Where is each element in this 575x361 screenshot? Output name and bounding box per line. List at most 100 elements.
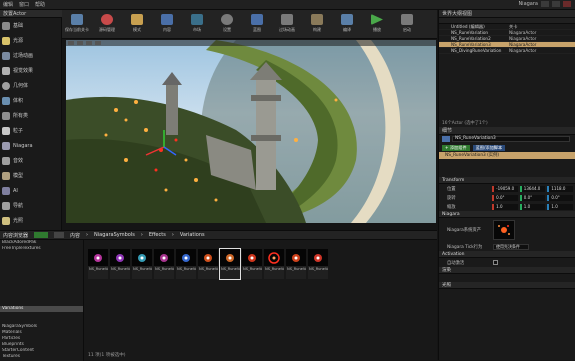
niagara-asset-thumbnail[interactable] [493, 220, 515, 240]
lighting-section-header[interactable]: 光照 [439, 282, 575, 289]
lighting-title: 光照 [442, 283, 451, 288]
cinematics-button[interactable]: 过场动画 [274, 14, 300, 33]
outliner-row-type: NiagaraActor [509, 48, 537, 53]
list-icon [2, 111, 10, 120]
settings-button[interactable]: 设置 [214, 14, 240, 33]
blueprint-script-button[interactable]: 蓝图/添加脚本 [472, 144, 506, 151]
breadcrumb-variations[interactable]: Variations [180, 232, 205, 238]
menu-item-window[interactable]: 窗口 [19, 1, 29, 8]
asset-tile[interactable]: NS_RuneVariation10 [286, 249, 306, 279]
place-category-visual-effects[interactable]: 视觉效果 [0, 63, 61, 78]
close-button[interactable] [563, 1, 571, 7]
asset-tile-selected[interactable]: NS_RuneVariation7 [219, 248, 241, 280]
outliner-row-type: NiagaraActor [509, 42, 537, 47]
asset-tile[interactable]: NS_RuneVariation2 [110, 249, 130, 279]
sparkle-icon [160, 254, 168, 262]
selected-component[interactable]: NS_RuneVariation3 (实例) [439, 152, 575, 159]
transform-section-header[interactable]: Transform [439, 177, 575, 184]
activation-section-header[interactable]: Activation [439, 251, 575, 258]
breadcrumb-niagarasymbols[interactable]: NiagaraSymbols [94, 232, 135, 238]
category-label: 几何体 [13, 83, 29, 89]
menu-item-help[interactable]: 帮助 [35, 1, 45, 8]
asset-tile[interactable]: NS_RuneVariation5 [176, 249, 196, 279]
place-category-niagara[interactable]: Niagara [0, 138, 61, 153]
show-button[interactable] [95, 41, 101, 45]
location-x-field[interactable]: -19059.0 [492, 185, 518, 192]
content-browser-tab[interactable]: 内容浏览器 [3, 232, 28, 239]
scale-z-field[interactable]: 1.0 [547, 203, 573, 210]
asset-tile[interactable]: NS_RuneVariation4 [154, 249, 174, 279]
rotation-y-field[interactable]: 0.0° [519, 194, 546, 201]
place-category-ai[interactable]: AI [0, 183, 61, 198]
blueprints-button[interactable]: 蓝图 [244, 14, 270, 33]
place-category-basic[interactable]: 基础 [0, 18, 61, 33]
toolbar-label: 内容 [163, 27, 171, 32]
scale-x-field[interactable]: 1.0 [492, 203, 518, 210]
source-control-button[interactable]: 源码管理 [94, 14, 120, 33]
location-y-field[interactable]: 13644.0 [519, 185, 546, 192]
content-browser: 内容浏览器 内容 › NiagaraSymbols › Effects › Va… [0, 230, 437, 361]
outliner-header[interactable]: 世界大纲视图 [439, 10, 575, 18]
add-new-button[interactable] [34, 232, 49, 238]
lit-button[interactable] [86, 41, 92, 45]
place-category-particles[interactable]: 粒子 [0, 123, 61, 138]
right-panel: 世界大纲视图 Untitled (编辑器) 关卡 NS_RuneVariation… [438, 10, 575, 360]
place-category-lights[interactable]: 光源 [0, 33, 61, 48]
asset-tile[interactable]: NS_RuneVariation [88, 249, 108, 279]
rotation-z-field[interactable]: 0.0° [547, 194, 573, 201]
cube-icon [2, 21, 10, 30]
category-label: 基础 [13, 23, 24, 29]
nav-icon [2, 201, 10, 210]
place-category-all-classes[interactable]: 所有类 [0, 108, 61, 123]
content-button[interactable]: 内容 [154, 14, 180, 33]
outliner-row-name: Untitled (编辑器) [451, 23, 485, 29]
folder-item[interactable]: Textures [0, 354, 83, 360]
details-header[interactable]: 细节 [439, 127, 575, 135]
place-category-audio[interactable]: 音效 [0, 153, 61, 168]
build-button[interactable]: 构建 [304, 14, 330, 33]
asset-tile[interactable]: NS_RuneVariation3 [132, 249, 152, 279]
actor-name-field[interactable]: NS_RuneVariation3 [452, 136, 570, 142]
import-button[interactable] [54, 232, 65, 238]
maximize-button[interactable] [552, 1, 560, 7]
compile-button[interactable]: 编译 [334, 14, 360, 33]
scale-y-field[interactable]: 1.0 [519, 203, 546, 210]
place-category-cinematic[interactable]: 过场动画 [0, 48, 61, 63]
place-category-geometry[interactable]: 几何体 [0, 78, 61, 93]
minimize-button[interactable] [541, 1, 549, 7]
play-icon [371, 14, 383, 25]
modes-button[interactable]: 模式 [124, 14, 150, 33]
asset-tile[interactable]: NS_RuneVariation8 [242, 249, 262, 279]
niagara-section-header[interactable]: Niagara [439, 211, 575, 218]
rendering-section-header[interactable]: 渲染 [439, 267, 575, 274]
viewport-menu-button[interactable] [68, 41, 74, 45]
location-z-field[interactable]: 1118.0 [547, 185, 573, 192]
play-button[interactable]: 播放 [364, 14, 390, 33]
place-category-volumes[interactable]: 体积 [0, 93, 61, 108]
launch-button[interactable]: 启动 [394, 14, 420, 33]
niagara-tick-dropdown[interactable]: 使用先决条件 [493, 243, 529, 250]
place-category-mesh[interactable]: 模型 [0, 168, 61, 183]
toolbar-label: 启动 [403, 27, 411, 32]
breadcrumb-content[interactable]: 内容 [70, 232, 80, 239]
asset-thumbnail [132, 249, 152, 266]
asset-tile[interactable]: NS_RuneVariation11 [308, 249, 328, 279]
perspective-button[interactable] [77, 41, 83, 45]
asset-tile[interactable]: NS_RuneVariation6 [198, 249, 218, 279]
sparkle-icon [292, 254, 300, 262]
place-category-lighting[interactable]: 光照 [0, 213, 61, 228]
auto-activate-checkbox[interactable] [493, 260, 498, 265]
breadcrumb-effects[interactable]: Effects [149, 232, 166, 238]
add-component-button[interactable]: + 添加组件 [442, 144, 470, 151]
save-level-button[interactable]: 保存当前关卡 [64, 14, 90, 33]
level-viewport[interactable] [66, 40, 436, 223]
auto-activate-label: 自动激活 [447, 260, 465, 266]
outliner-row[interactable]: NS_DivingRuneVariation NiagaraActor [439, 48, 575, 54]
marketplace-button[interactable]: 市场 [184, 14, 210, 33]
rotation-x-field[interactable]: 0.0° [492, 194, 518, 201]
place-actors-tab[interactable]: 放置Actor [0, 10, 62, 18]
asset-tile[interactable]: NS_RuneVariation9 [264, 249, 284, 279]
niagara-asset-label: Niagara系统资产 [447, 228, 481, 233]
place-category-navigation[interactable]: 导航 [0, 198, 61, 213]
menu-item-edit[interactable]: 编辑 [3, 1, 13, 8]
